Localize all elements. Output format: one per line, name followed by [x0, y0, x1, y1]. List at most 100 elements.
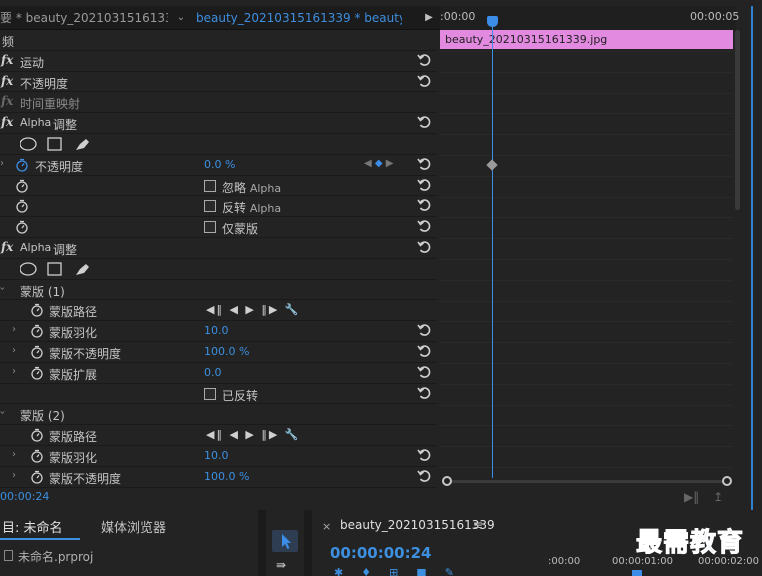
- reset-icon[interactable]: [416, 468, 432, 484]
- stopwatch-icon[interactable]: [15, 158, 29, 172]
- project-file-name[interactable]: 未命名.prproj: [18, 548, 93, 565]
- collapse-twirl-icon[interactable]: ›: [0, 411, 8, 415]
- expand-twirl-icon[interactable]: ›: [0, 158, 4, 169]
- expand-twirl-icon[interactable]: ›: [12, 345, 16, 356]
- play-only-icon[interactable]: ▶: [420, 6, 438, 30]
- effect-row[interactable]: fx 运动: [0, 50, 437, 72]
- sequence-toolbar-icons[interactable]: ✱♦⊞■✎: [334, 566, 472, 576]
- clip-bar[interactable]: beauty_20210315161339.jpg: [440, 30, 733, 49]
- mask-shape-tools[interactable]: [19, 261, 100, 280]
- mask-track-controls[interactable]: ◀‖ ◀ ▶ ‖▶ 🔧: [206, 428, 301, 441]
- stopwatch-icon[interactable]: [30, 324, 44, 338]
- play-audio-icon[interactable]: ▶‖: [684, 490, 699, 504]
- stopwatch-icon[interactable]: [30, 470, 44, 484]
- param-value[interactable]: 10.0: [204, 324, 229, 337]
- keyframe-marker[interactable]: [486, 159, 498, 171]
- param-value[interactable]: 10.0: [204, 449, 229, 462]
- playhead-line[interactable]: [492, 20, 493, 478]
- seq-playhead[interactable]: [632, 570, 642, 576]
- effect-row[interactable]: › 蒙版羽化 10.0: [0, 321, 437, 342]
- reset-icon[interactable]: [416, 197, 432, 213]
- chevron-down-icon[interactable]: [402, 6, 416, 30]
- source-clip-tab[interactable]: 要 * beauty_20210315161339.jpg: [0, 6, 168, 30]
- close-icon[interactable]: ×: [322, 520, 331, 533]
- effect-row[interactable]: › 蒙版羽化 10.0: [0, 445, 437, 467]
- effect-row[interactable]: 仅蒙版: [0, 217, 437, 238]
- checkbox[interactable]: [204, 221, 216, 234]
- expand-twirl-icon[interactable]: ›: [12, 324, 16, 335]
- mask-track-controls[interactable]: ◀‖ ◀ ▶ ‖▶ 🔧: [206, 303, 301, 316]
- param-value[interactable]: 0.0 %: [204, 158, 235, 171]
- effect-row[interactable]: [0, 258, 437, 280]
- reset-icon[interactable]: [416, 218, 432, 234]
- reset-icon[interactable]: [416, 343, 432, 359]
- time-ruler[interactable]: :00:00 00:00:05: [440, 6, 739, 30]
- effect-row[interactable]: fx Alpha 调整: [0, 237, 437, 259]
- zoom-handle-left[interactable]: [442, 476, 452, 486]
- fx-toggle-icon[interactable]: fx: [1, 53, 13, 67]
- media-browser-tab[interactable]: 媒体浏览器: [101, 517, 166, 536]
- param-value[interactable]: 100.0 %: [204, 470, 249, 483]
- reset-icon[interactable]: [416, 385, 432, 401]
- param-value[interactable]: 100.0 %: [204, 345, 249, 358]
- fx-toggle-icon[interactable]: fx: [1, 94, 13, 108]
- effect-row[interactable]: 反转 Alpha: [0, 196, 437, 218]
- horizontal-zoom-scrollbar[interactable]: [442, 476, 735, 486]
- reset-icon[interactable]: [416, 364, 432, 380]
- checkbox[interactable]: [204, 179, 216, 192]
- reset-icon[interactable]: [416, 447, 432, 463]
- reset-icon[interactable]: [416, 114, 432, 130]
- effect-row[interactable]: 蒙版路径 ◀‖ ◀ ▶ ‖▶ 🔧: [0, 425, 437, 446]
- reset-icon[interactable]: [416, 52, 432, 68]
- stopwatch-icon[interactable]: [15, 179, 29, 193]
- playhead-handle[interactable]: [487, 16, 498, 27]
- stopwatch-icon[interactable]: [15, 220, 29, 234]
- stopwatch-icon[interactable]: [30, 449, 44, 463]
- project-tab[interactable]: 目: 未命名: [2, 517, 63, 536]
- reset-icon[interactable]: [416, 239, 432, 255]
- stopwatch-icon[interactable]: [30, 303, 44, 318]
- stopwatch-icon[interactable]: [15, 199, 29, 214]
- effect-row[interactable]: 频: [0, 30, 437, 51]
- effect-row[interactable]: fx 时间重映射: [0, 92, 437, 114]
- collapse-twirl-icon[interactable]: ›: [0, 286, 8, 290]
- fx-toggle-icon[interactable]: fx: [1, 74, 13, 88]
- effect-row[interactable]: › 不透明度 0.0 % ◀ ◆ ▶: [0, 154, 437, 176]
- chevron-down-icon[interactable]: ⌄: [172, 6, 190, 30]
- param-value[interactable]: 0.0: [204, 366, 222, 379]
- effect-row[interactable]: › 蒙版不透明度 100.0 %: [0, 341, 437, 363]
- zoom-handle-right[interactable]: [722, 476, 732, 486]
- expand-twirl-icon[interactable]: ›: [12, 366, 16, 377]
- stopwatch-icon[interactable]: [30, 428, 44, 442]
- effect-controls-timecode[interactable]: 00:00:24: [0, 490, 49, 503]
- effect-row[interactable]: fx Alpha 调整: [0, 113, 437, 134]
- reset-icon[interactable]: [416, 73, 432, 89]
- effect-row[interactable]: 蒙版路径 ◀‖ ◀ ▶ ‖▶ 🔧: [0, 300, 437, 322]
- reset-icon[interactable]: [416, 177, 432, 193]
- effect-row[interactable]: › 蒙版 (2): [0, 404, 437, 426]
- fx-toggle-icon[interactable]: fx: [1, 115, 13, 129]
- effect-row[interactable]: [0, 133, 437, 155]
- effect-row[interactable]: › 蒙版 (1): [0, 279, 437, 301]
- sequence-title[interactable]: beauty_20210315161339: [340, 518, 495, 532]
- vertical-scrollbar[interactable]: [734, 30, 741, 490]
- export-icon[interactable]: ↥: [713, 490, 723, 504]
- effect-row[interactable]: 忽略 Alpha: [0, 175, 437, 197]
- checkbox[interactable]: [204, 200, 216, 213]
- sequence-clip-tab[interactable]: beauty_20210315161339 * beauty_2021...: [196, 6, 402, 30]
- stopwatch-icon[interactable]: [30, 366, 44, 380]
- effect-row[interactable]: fx 不透明度: [0, 71, 437, 93]
- effect-row[interactable]: › 蒙版扩展 0.0: [0, 362, 437, 384]
- reset-icon[interactable]: [416, 322, 432, 338]
- effect-row[interactable]: › 蒙版不透明度 100.0 %: [0, 466, 437, 488]
- effect-row[interactable]: 已反转: [0, 383, 437, 405]
- stopwatch-icon[interactable]: [30, 345, 44, 359]
- selection-tool[interactable]: [272, 530, 298, 552]
- sequence-timecode[interactable]: 00:00:00:24: [330, 544, 432, 562]
- expand-twirl-icon[interactable]: ›: [12, 449, 16, 460]
- expand-twirl-icon[interactable]: ›: [12, 470, 16, 481]
- fx-toggle-icon[interactable]: fx: [1, 240, 13, 254]
- track-select-tool-icon[interactable]: ⇛: [276, 558, 286, 572]
- mask-shape-tools[interactable]: [19, 136, 100, 155]
- reset-icon[interactable]: [416, 156, 432, 172]
